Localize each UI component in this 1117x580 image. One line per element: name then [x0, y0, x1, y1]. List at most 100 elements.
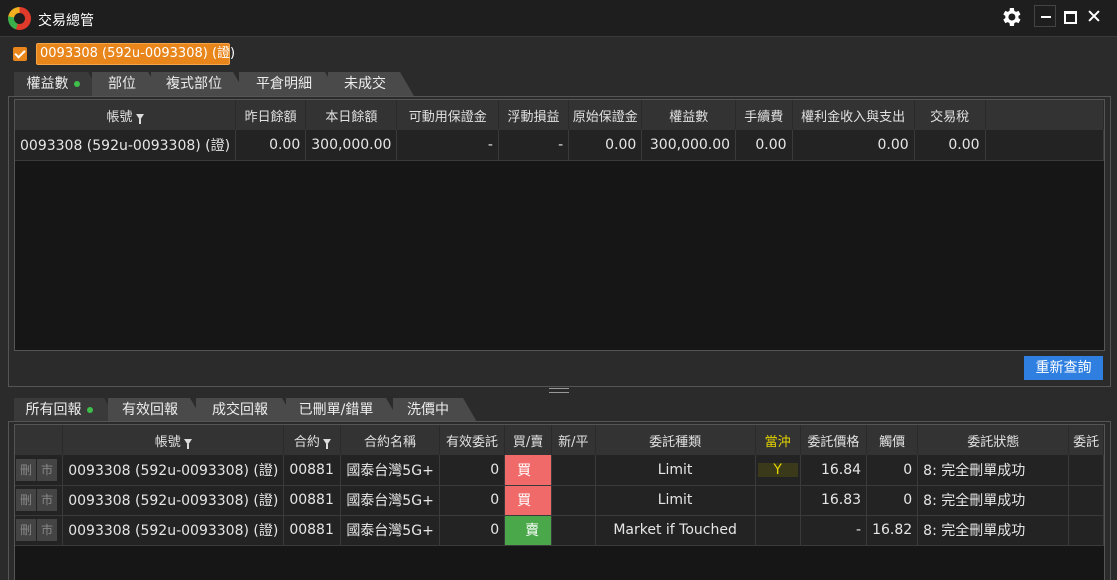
tab-valid-reports[interactable]: 有效回報 — [108, 398, 204, 422]
tab-unfilled[interactable]: 未成交 — [328, 72, 414, 96]
cell-account: 0093308 (592u-0093308) (證) — [15, 130, 237, 161]
app-logo-icon — [8, 7, 31, 30]
col-order-type[interactable]: 委託種類 — [595, 425, 756, 455]
col-premium[interactable]: 權利金收入與支出 — [792, 100, 915, 130]
cell-contract-name: 國泰台灣5G+ — [340, 515, 440, 546]
cell-tax: 0.00 — [914, 130, 986, 161]
tab-combo-positions[interactable]: 複式部位 — [151, 72, 247, 96]
cell-available-margin: - — [396, 130, 499, 161]
account-chip[interactable]: 0093308 (592u-0093308) (證) — [36, 43, 235, 65]
table-row[interactable]: 0093308 (592u-0093308) (證) 0.00 300,000.… — [15, 130, 1105, 161]
col-initial-margin[interactable]: 原始保證金 — [568, 100, 643, 130]
title-bar: 交易總管 — [0, 0, 1117, 37]
cell-order-price: 16.84 — [800, 455, 868, 486]
cell-order-status: 8: 完全刪單成功 — [917, 515, 1070, 546]
col-contract-name[interactable]: 合約名稱 — [340, 425, 440, 455]
cell-account: 0093308 (592u-0093308) (證) — [62, 455, 285, 486]
cell-premium: 0.00 — [792, 130, 915, 161]
cell-valid-orders: 0 — [439, 515, 506, 546]
active-indicator-icon — [74, 81, 80, 87]
cell-side: 買 — [504, 455, 553, 486]
tab-cancelled-error[interactable]: 已刪單/錯單 — [286, 398, 400, 422]
cell-contract: 00881 — [283, 455, 342, 486]
delete-order-button[interactable]: 刪 — [16, 489, 36, 511]
col-order-price[interactable]: 委託價格 — [800, 425, 868, 455]
orders-panel: 帳號 合約 合約名稱 有效委託 買/賣 新/平 委託種類 當沖 委託價格 觸價 … — [14, 424, 1105, 580]
cell-trigger-price: 0 — [866, 455, 919, 486]
cell-order-price: 16.83 — [800, 485, 868, 516]
close-icon[interactable] — [1083, 5, 1105, 27]
cell-open-close — [551, 455, 596, 486]
col-order-more[interactable]: 委託 — [1068, 425, 1104, 455]
cell-order-price: - — [800, 515, 868, 546]
account-checkbox[interactable] — [13, 47, 27, 61]
top-tab-bar: 權益數 部位 複式部位 平倉明細 未成交 — [14, 72, 414, 96]
cell-valid-orders: 0 — [439, 485, 506, 516]
tab-all-reports[interactable]: 所有回報 — [14, 398, 118, 422]
requery-button[interactable]: 重新查詢 — [1024, 356, 1103, 380]
col-account[interactable]: 帳號 — [15, 100, 237, 130]
col-fee[interactable]: 手續費 — [735, 100, 793, 130]
cell-order-type: Market if Touched — [595, 515, 756, 546]
col-account[interactable]: 帳號 — [62, 425, 285, 455]
col-day-trade[interactable]: 當沖 — [755, 425, 801, 455]
col-side[interactable]: 買/賣 — [504, 425, 553, 455]
col-tax[interactable]: 交易稅 — [914, 100, 986, 130]
cell-trigger-price: 0 — [866, 485, 919, 516]
col-open-close[interactable]: 新/平 — [551, 425, 596, 455]
col-trigger-price[interactable]: 觸價 — [866, 425, 919, 455]
tab-repricing[interactable]: 洗價中 — [393, 398, 477, 422]
orders-header-row: 帳號 合約 合約名稱 有效委託 買/賣 新/平 委託種類 當沖 委託價格 觸價 … — [15, 425, 1104, 455]
cell-floating-pl: - — [498, 130, 570, 161]
cell-day-trade: Y — [755, 455, 801, 486]
table-row[interactable]: 刪市 0093308 (592u-0093308) (證) 00881 國泰台灣… — [15, 455, 1104, 486]
col-today-balance[interactable]: 本日餘額 — [305, 100, 398, 130]
col-equity[interactable]: 權益數 — [641, 100, 737, 130]
market-order-button[interactable]: 市 — [37, 489, 57, 511]
col-floating-pl[interactable]: 浮動損益 — [498, 100, 570, 130]
cell-order-more — [1068, 485, 1104, 516]
orders-table: 帳號 合約 合約名稱 有效委託 買/賣 新/平 委託種類 當沖 委託價格 觸價 … — [15, 425, 1104, 546]
cell-day-trade — [755, 485, 801, 516]
col-available-margin[interactable]: 可動用保證金 — [396, 100, 499, 130]
cell-order-more — [1068, 455, 1104, 486]
tab-close-details[interactable]: 平倉明細 — [239, 72, 339, 96]
filter-icon[interactable] — [183, 439, 192, 449]
tab-equity[interactable]: 權益數 — [14, 72, 102, 96]
col-contract[interactable]: 合約 — [283, 425, 342, 455]
filter-icon[interactable] — [322, 439, 331, 449]
gear-icon[interactable] — [999, 5, 1023, 29]
market-order-button[interactable]: 市 — [37, 458, 57, 481]
table-row[interactable]: 刪市 0093308 (592u-0093308) (證) 00881 國泰台灣… — [15, 515, 1104, 546]
window-title: 交易總管 — [38, 13, 94, 29]
table-row[interactable]: 刪市 0093308 (592u-0093308) (證) 00881 國泰台灣… — [15, 485, 1104, 516]
day-trade-mark: Y — [757, 462, 798, 477]
splitter-handle[interactable] — [549, 388, 569, 393]
minimize-icon[interactable] — [1034, 5, 1056, 27]
maximize-icon[interactable] — [1058, 5, 1080, 27]
cell-prev-balance: 0.00 — [235, 130, 307, 161]
col-prev-balance[interactable]: 昨日餘額 — [235, 100, 307, 130]
active-indicator-icon — [87, 407, 93, 413]
cell-open-close — [551, 515, 596, 546]
delete-order-button[interactable]: 刪 — [16, 519, 36, 541]
cell-blank — [985, 130, 1105, 161]
cell-order-status: 8: 完全刪單成功 — [917, 455, 1070, 486]
market-order-button[interactable]: 市 — [37, 519, 57, 541]
col-order-status[interactable]: 委託狀態 — [917, 425, 1070, 455]
filter-icon[interactable] — [135, 114, 144, 124]
cell-equity: 300,000.00 — [641, 130, 737, 161]
cell-account: 0093308 (592u-0093308) (證) — [62, 515, 285, 546]
cell-order-type: Limit — [595, 455, 756, 486]
cell-side: 買 — [504, 485, 553, 516]
col-valid-orders[interactable]: 有效委託 — [439, 425, 506, 455]
delete-order-button[interactable]: 刪 — [16, 458, 36, 481]
tab-fill-reports[interactable]: 成交回報 — [196, 398, 296, 422]
cell-day-trade — [755, 515, 801, 546]
cell-initial-margin: 0.00 — [568, 130, 643, 161]
equity-header-row: 帳號 昨日餘額 本日餘額 可動用保證金 浮動損益 原始保證金 權益數 手續費 權… — [15, 100, 1105, 130]
cell-trigger-price: 16.82 — [866, 515, 919, 546]
cell-contract: 00881 — [283, 515, 342, 546]
col-actions — [15, 425, 64, 455]
row-actions: 刪市 — [15, 515, 64, 546]
